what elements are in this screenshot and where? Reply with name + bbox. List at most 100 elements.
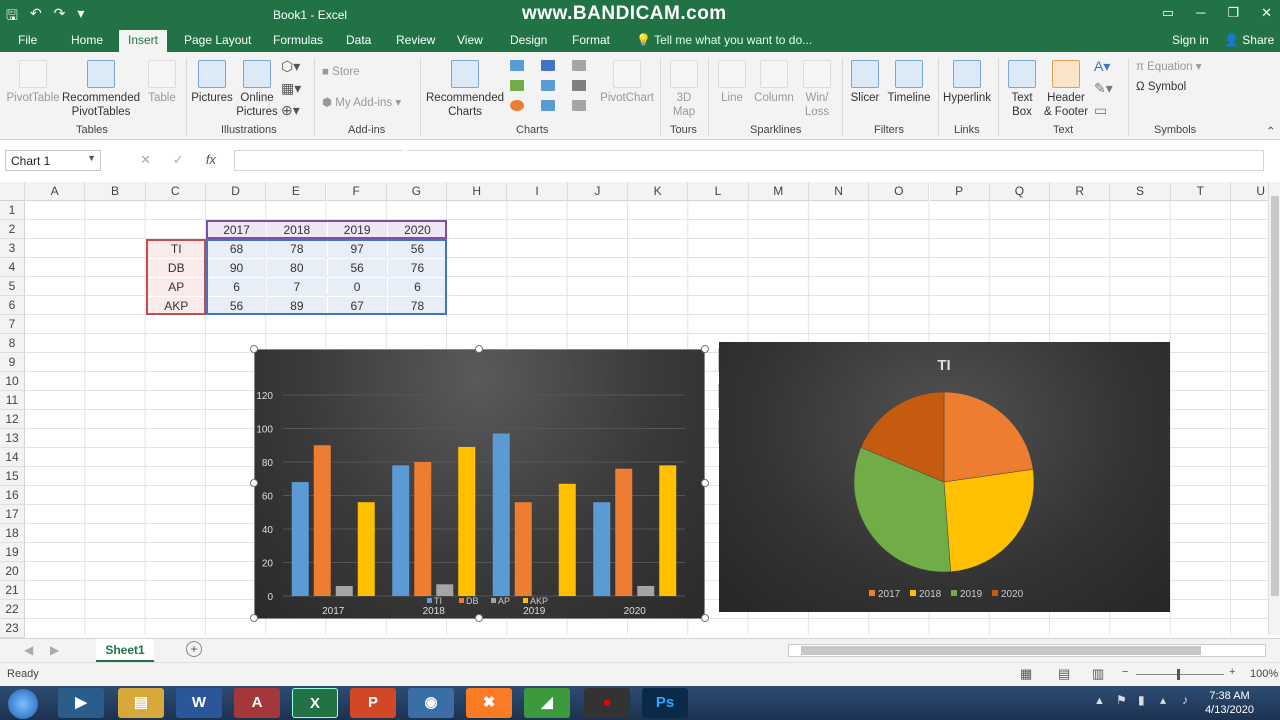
column-header-h[interactable]: H <box>447 182 508 201</box>
record-icon[interactable]: ● <box>584 688 630 718</box>
row-header-6[interactable]: 6 <box>0 296 25 315</box>
tray-arrow-icon[interactable]: ▲ <box>1094 695 1105 707</box>
value-cell[interactable]: 76 <box>387 259 448 277</box>
row-header-15[interactable]: 15 <box>0 467 25 486</box>
year-header-cell[interactable]: 2020 <box>387 221 448 239</box>
subject-label-cell[interactable]: DB <box>146 259 206 277</box>
object-icon[interactable]: ▭ <box>1094 102 1107 119</box>
statistic-chart-icon[interactable] <box>541 80 555 91</box>
media-player-icon[interactable]: ▶ <box>58 688 104 718</box>
store-button[interactable]: ■ Store <box>322 66 360 78</box>
value-cell[interactable]: 56 <box>206 297 267 315</box>
camtasia-icon[interactable]: ◢ <box>524 688 570 718</box>
resize-handle[interactable] <box>701 345 709 353</box>
table-button[interactable]: Table <box>146 60 178 105</box>
row-header-10[interactable]: 10 <box>0 372 25 391</box>
zoom-out-icon[interactable]: − <box>1122 666 1128 678</box>
sign-in-link[interactable]: Sign in <box>1172 33 1209 47</box>
page-layout-view-icon[interactable]: ▤ <box>1058 666 1070 682</box>
tray-network-icon[interactable]: ▴ <box>1160 693 1166 707</box>
tab-page-layout[interactable]: Page Layout <box>184 33 251 47</box>
maximize-icon[interactable]: ❐ <box>1227 5 1239 21</box>
hierarchy-chart-icon[interactable] <box>541 60 555 71</box>
column-chart-icon[interactable] <box>510 60 524 71</box>
winloss-button[interactable]: Win/Loss <box>798 60 836 119</box>
word-icon[interactable]: W <box>176 688 222 718</box>
pie-chart[interactable]: TI 2017 2018 2019 2020 <box>719 342 1170 612</box>
column-header-r[interactable]: R <box>1050 182 1111 201</box>
column-header-a[interactable]: A <box>25 182 86 201</box>
chevron-down-icon[interactable]: ▼ <box>87 153 96 163</box>
row-header-4[interactable]: 4 <box>0 258 25 277</box>
pictures-button[interactable]: Pictures <box>190 60 234 105</box>
value-cell[interactable]: 0 <box>327 278 387 296</box>
row-header-2[interactable]: 2 <box>0 220 25 239</box>
row-header-3[interactable]: 3 <box>0 239 25 258</box>
chrome-icon[interactable]: ◉ <box>408 688 454 718</box>
normal-view-icon[interactable]: ▦ <box>1020 666 1032 682</box>
subject-label-cell[interactable]: AKP <box>146 297 206 315</box>
resize-handle[interactable] <box>701 479 709 487</box>
year-header-cell[interactable]: 2017 <box>206 221 267 239</box>
table-corner-cell[interactable] <box>147 221 206 239</box>
column-header-o[interactable]: O <box>869 182 930 201</box>
tab-review[interactable]: Review <box>396 33 435 47</box>
row-header-21[interactable]: 21 <box>0 581 25 600</box>
value-cell[interactable]: 80 <box>267 259 327 277</box>
value-cell[interactable]: 56 <box>387 240 448 258</box>
hyperlink-button[interactable]: Hyperlink <box>942 60 992 105</box>
my-addins-button[interactable]: ⬢ My Add-ins ▾ <box>322 95 401 109</box>
tell-me-search[interactable]: 💡 Tell me what you want to do... <box>636 33 812 47</box>
value-cell[interactable]: 78 <box>387 297 448 315</box>
cancel-icon[interactable]: ✕ <box>140 152 151 168</box>
column-header-i[interactable]: I <box>507 182 568 201</box>
tab-data[interactable]: Data <box>346 33 371 47</box>
sparkline-column-button[interactable]: Column <box>752 60 796 105</box>
symbol-button[interactable]: Ω Symbol <box>1136 81 1186 93</box>
xampp-icon[interactable]: ✖ <box>466 688 512 718</box>
vertical-scrollbar[interactable] <box>1268 182 1280 635</box>
horizontal-scroll-thumb[interactable] <box>801 646 1201 655</box>
value-cell[interactable]: 97 <box>327 240 387 258</box>
value-cell[interactable]: 56 <box>327 259 387 277</box>
share-button[interactable]: 👤 Share <box>1224 33 1274 47</box>
column-header-j[interactable]: J <box>567 182 628 201</box>
file-explorer-icon[interactable]: ▤ <box>118 688 164 718</box>
recommended-pivottables-button[interactable]: Recommended PivotTables <box>62 60 140 119</box>
page-break-view-icon[interactable]: ▥ <box>1092 666 1104 682</box>
tray-volume-icon[interactable]: ♪ <box>1182 693 1188 707</box>
resize-handle[interactable] <box>250 345 258 353</box>
surface-chart-icon[interactable] <box>572 100 586 111</box>
value-cell[interactable]: 6 <box>206 278 267 296</box>
waterfall-chart-icon[interactable] <box>572 60 586 71</box>
resize-handle[interactable] <box>250 479 258 487</box>
tab-insert[interactable]: Insert <box>119 30 168 52</box>
row-header-14[interactable]: 14 <box>0 448 25 467</box>
resize-handle[interactable] <box>701 614 709 622</box>
column-header-l[interactable]: L <box>688 182 749 201</box>
resize-handle[interactable] <box>475 614 483 622</box>
next-sheet-icon[interactable]: ▶ <box>50 643 59 657</box>
formula-input[interactable] <box>234 150 1264 171</box>
collapse-ribbon-icon[interactable]: ⌃ <box>1266 124 1276 138</box>
powerpoint-icon[interactable]: P <box>350 688 396 718</box>
zoom-in-icon[interactable]: + <box>1229 666 1235 678</box>
column-header-s[interactable]: S <box>1110 182 1171 201</box>
tab-home[interactable]: Home <box>71 33 103 47</box>
column-header-t[interactable]: T <box>1170 182 1231 201</box>
zoom-slider[interactable] <box>1136 674 1224 675</box>
row-header-12[interactable]: 12 <box>0 410 25 429</box>
row-header-17[interactable]: 17 <box>0 505 25 524</box>
tray-battery-icon[interactable]: ▮ <box>1138 693 1145 707</box>
subject-label-cell[interactable]: TI <box>146 240 206 258</box>
row-header-22[interactable]: 22 <box>0 600 25 619</box>
column-header-k[interactable]: K <box>628 182 689 201</box>
scatter-chart-icon[interactable] <box>541 100 555 111</box>
tab-design[interactable]: Design <box>510 33 547 47</box>
horizontal-scrollbar[interactable] <box>788 644 1266 657</box>
row-header-19[interactable]: 19 <box>0 543 25 562</box>
system-clock[interactable]: 7:38 AM 4/13/2020 <box>1205 689 1254 717</box>
online-pictures-button[interactable]: Online Pictures <box>236 60 278 119</box>
row-header-1[interactable]: 1 <box>0 201 25 220</box>
combo-chart-icon[interactable] <box>572 80 586 91</box>
